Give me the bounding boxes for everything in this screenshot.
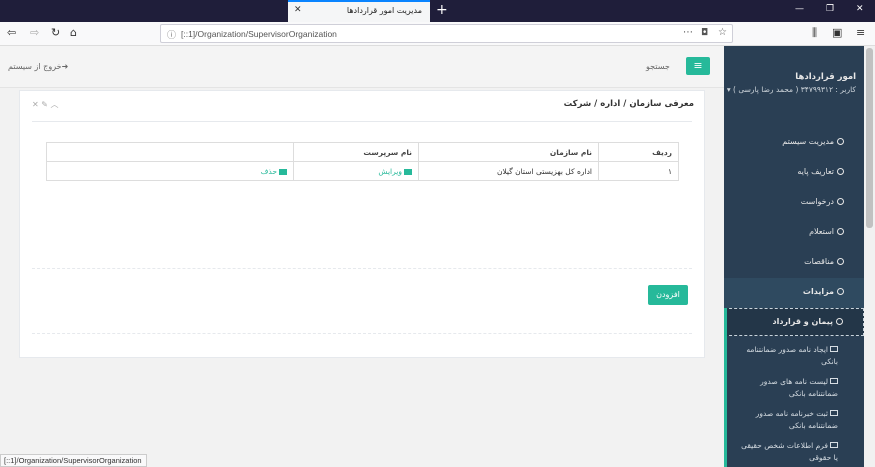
collapse-icon[interactable]: ︿ xyxy=(51,100,59,109)
circle-icon xyxy=(837,198,844,205)
edit-link[interactable]: ویرایش xyxy=(293,161,419,181)
sidebar-toggle-icon[interactable]: ▣ xyxy=(832,26,842,39)
column-header-index: ردیف xyxy=(598,142,679,162)
table-row: ۱ اداره کل بهزیستی استان گیلان ویرایش حذ… xyxy=(46,161,679,181)
sidebar-item-tenders[interactable]: مناقصات xyxy=(724,248,864,278)
minimize-icon[interactable]: — xyxy=(795,4,804,14)
chart-icon xyxy=(830,346,838,352)
logout-icon: ➜ xyxy=(61,62,69,71)
sidebar-item-label: درخواست xyxy=(800,197,834,206)
content-panel: معرفی سازمان / اداره / شرکت ✕ ✎ ︿ ردیف ن… xyxy=(19,90,705,358)
browser-tab-bar: مدیریت امور قراردادها ✕ + — ❐ ✕ xyxy=(0,0,875,22)
divider xyxy=(32,121,692,122)
info-icon[interactable]: ⓘ xyxy=(167,28,176,41)
new-tab-icon[interactable]: + xyxy=(436,2,448,18)
sidebar: امور قراردادها کاربر : ۳۴۷۹۹۳۱۲ ( محمد ر… xyxy=(724,46,864,467)
sidebar-subitem[interactable]: فرم اطلاعات شخص حقیقی یا حقوقی xyxy=(724,440,864,464)
chart-icon xyxy=(830,378,838,384)
back-icon[interactable]: ⇦ xyxy=(7,26,16,39)
sidebar-item-base-definitions[interactable]: تعاریف پایه xyxy=(724,158,864,188)
circle-icon xyxy=(837,258,844,265)
cell-org-name: اداره کل بهزیستی استان گیلان xyxy=(418,161,599,181)
column-header-actions xyxy=(46,142,294,162)
organizations-table: ردیف نام سازمان نام سرپرست ۱ اداره کل به… xyxy=(46,142,679,181)
add-button[interactable]: افزودن xyxy=(648,285,688,305)
panel-title: معرفی سازمان / اداره / شرکت xyxy=(563,99,694,109)
user-info[interactable]: کاربر : ۳۴۷۹۹۳۱۲ ( محمد رضا پارسی ) ▾ xyxy=(726,84,856,95)
library-icon[interactable]: ⫼ xyxy=(812,26,817,40)
maximize-icon[interactable]: ❐ xyxy=(826,4,834,14)
sidebar-item-label: تعاریف پایه xyxy=(797,167,834,176)
sidebar-item-request[interactable]: درخواست xyxy=(724,188,864,218)
divider xyxy=(32,268,692,269)
sidebar-item-contracts[interactable]: پیمان و قرارداد xyxy=(724,308,864,336)
sidebar-item-label: استعلام xyxy=(809,227,834,236)
close-tab-icon[interactable]: ✕ xyxy=(294,5,302,15)
circle-icon xyxy=(837,168,844,175)
sidebar-item-label: مزایدات xyxy=(802,287,834,296)
divider xyxy=(32,333,692,334)
sidebar-item-label: مناقصات xyxy=(804,257,834,266)
sidebar-subitem[interactable]: ثبت خبرنامه نامه صدور ضمانتنامه بانکی xyxy=(724,408,864,432)
sidebar-item-label: پیمان و قرارداد xyxy=(772,317,833,326)
sidebar-item-inquiry[interactable]: استعلام xyxy=(724,218,864,248)
edit-label: ویرایش xyxy=(378,166,402,176)
scrollbar[interactable] xyxy=(864,46,875,467)
delete-link[interactable]: حذف xyxy=(46,161,294,181)
sidebar-item-label: مدیریت سیستم xyxy=(782,137,834,146)
wrench-icon[interactable]: ✎ xyxy=(41,100,48,109)
more-icon[interactable]: ⋯ xyxy=(683,27,693,38)
circle-icon xyxy=(837,138,844,145)
panel-tools: ✕ ✎ ︿ xyxy=(32,99,59,110)
top-navigation: ≡ جستجو ➜خروج از سیستم xyxy=(0,46,724,88)
table-header-row: ردیف نام سازمان نام سرپرست xyxy=(46,142,679,162)
chart-icon xyxy=(830,442,838,448)
forward-icon[interactable]: ⇨ xyxy=(30,26,39,39)
sidebar-subitem-label: ایجاد نامه صدور ضمانتنامه بانکی xyxy=(746,345,838,366)
pocket-icon[interactable]: ◘ xyxy=(701,28,708,38)
circle-icon xyxy=(837,288,844,295)
browser-tab[interactable]: مدیریت امور قراردادها ✕ xyxy=(288,0,430,22)
menu-icon[interactable]: ≡ xyxy=(856,26,865,39)
sidebar-subitem-label: لیست نامه های صدور ضمانتنامه بانکی xyxy=(760,377,838,398)
scrollbar-thumb[interactable] xyxy=(866,48,873,228)
search-link[interactable]: جستجو xyxy=(646,62,670,71)
app-title: امور قراردادها xyxy=(795,72,856,82)
address-bar[interactable]: ⓘ [::1]/Organization/SupervisorOrganizat… xyxy=(160,24,733,43)
home-icon[interactable]: ⌂ xyxy=(70,26,77,39)
circle-icon xyxy=(836,318,843,325)
circle-icon xyxy=(837,228,844,235)
edit-icon xyxy=(404,168,412,175)
sidebar-subitem-label: ثبت خبرنامه نامه صدور ضمانتنامه بانکی xyxy=(755,409,838,430)
active-indicator xyxy=(724,308,727,467)
reload-icon[interactable]: ↻ xyxy=(51,26,60,39)
cell-index: ۱ xyxy=(598,161,679,181)
delete-icon xyxy=(279,168,287,175)
sidebar-item-system-management[interactable]: مدیریت سیستم xyxy=(724,128,864,158)
url-text: [::1]/Organization/SupervisorOrganizatio… xyxy=(181,29,337,39)
chart-icon xyxy=(830,410,838,416)
menu-toggle-button[interactable]: ≡ xyxy=(686,57,710,75)
browser-nav-bar: ⇦ ⇨ ↻ ⌂ ⓘ [::1]/Organization/SupervisorO… xyxy=(0,22,875,46)
column-header-org-name: نام سازمان xyxy=(418,142,599,162)
sidebar-subitem[interactable]: ایجاد نامه صدور ضمانتنامه بانکی xyxy=(724,344,864,368)
sidebar-subitem[interactable]: لیست نامه های صدور ضمانتنامه بانکی xyxy=(724,376,864,400)
column-header-supervisor: نام سرپرست xyxy=(293,142,419,162)
tab-title: مدیریت امور قراردادها xyxy=(346,6,422,15)
bookmark-star-icon[interactable]: ☆ xyxy=(718,27,727,38)
close-icon[interactable]: ✕ xyxy=(32,100,39,109)
sidebar-item-auctions[interactable]: مزایدات xyxy=(724,278,864,308)
page-content: ≡ جستجو ➜خروج از سیستم معرفی سازمان / اد… xyxy=(0,46,875,467)
sidebar-subitem-label: فرم اطلاعات شخص حقیقی یا حقوقی xyxy=(741,441,838,462)
logout-link[interactable]: ➜خروج از سیستم xyxy=(8,62,68,71)
status-bar-url: [::1]/Organization/SupervisorOrganizatio… xyxy=(0,454,147,467)
close-window-icon[interactable]: ✕ xyxy=(856,4,864,14)
logout-label: خروج از سیستم xyxy=(8,62,62,71)
delete-label: حذف xyxy=(260,166,277,176)
